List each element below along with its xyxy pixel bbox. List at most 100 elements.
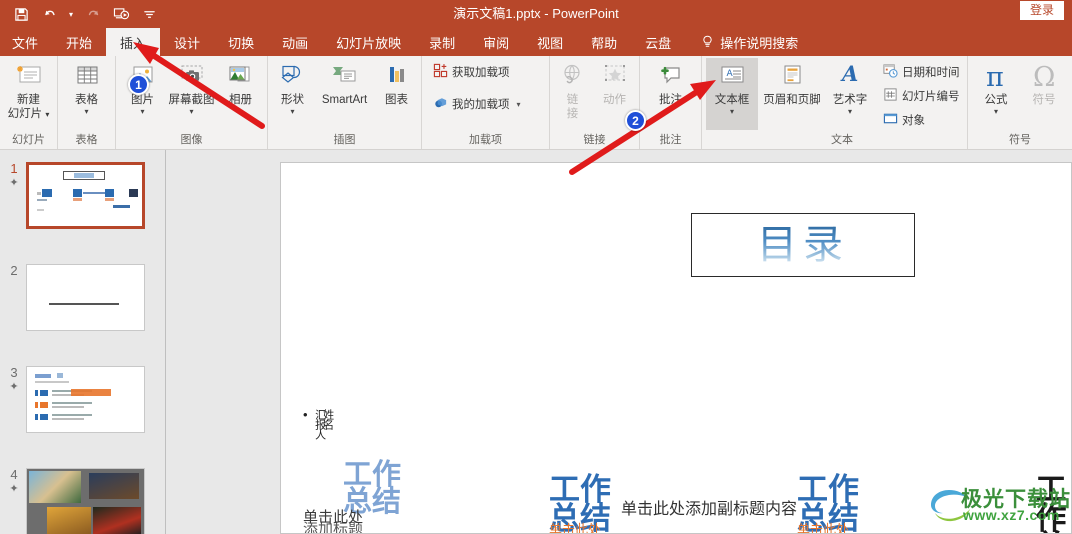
photo-album-dropdown-icon[interactable]: ▾ — [238, 107, 242, 116]
sign-in-button[interactable]: 登录 — [1019, 1, 1064, 20]
title-placeholder-b[interactable]: 单击此处 添加标题 — [549, 523, 629, 533]
thumbnail-slide-1[interactable] — [26, 162, 145, 229]
action-button: 动作 — [593, 58, 637, 107]
equation-dropdown-icon[interactable]: ▾ — [994, 107, 998, 116]
comment-button[interactable]: 批注 — [643, 58, 699, 107]
group-title-symbols: 符号 — [1009, 134, 1031, 146]
header-footer-icon — [777, 61, 807, 93]
wordart-button[interactable]: A 艺术字 ▾ — [826, 58, 874, 116]
tell-me-search[interactable]: 操作说明搜索 — [685, 28, 812, 56]
shapes-icon — [277, 61, 309, 93]
powerpoint-window: 演示文稿1.pptx - PowerPoint ▾ 登录 文件 开始 插入 设计… — [0, 0, 1072, 534]
text-box-icon: A — [717, 61, 747, 93]
equation-icon: π — [980, 61, 1012, 93]
tab-review[interactable]: 审阅 — [469, 28, 523, 56]
wordart-work-summary-a[interactable]: 工作 总结 — [343, 460, 401, 515]
ribbon-group-slides: 新建 幻灯片 ▾ 幻灯片 — [0, 56, 58, 149]
undo-dropdown-icon[interactable]: ▾ — [64, 2, 78, 26]
new-slide-label-1: 新建 — [17, 94, 40, 106]
watermark: 极光下载站 www.xz7.com — [925, 481, 1071, 533]
link-icon — [558, 61, 588, 93]
screenshot-dropdown-icon[interactable]: ▾ — [189, 107, 193, 116]
smartart-label: SmartArt — [321, 94, 368, 106]
chart-button[interactable]: 图表 — [375, 58, 419, 107]
get-addins-button[interactable]: 获取加载项 — [430, 61, 524, 83]
my-addins-icon — [433, 95, 448, 113]
shapes-button[interactable]: 形状 ▾ — [271, 58, 315, 116]
action-label: 动作 — [603, 94, 626, 106]
tab-transitions[interactable]: 切换 — [214, 28, 268, 56]
tab-slideshow[interactable]: 幻灯片放映 — [322, 28, 415, 56]
chart-label: 图表 — [385, 94, 408, 106]
picture-dropdown-icon[interactable]: ▾ — [140, 107, 144, 116]
screenshot-label: 屏幕截图 — [168, 94, 215, 106]
slide-thumbnail-pane[interactable]: 1 ✦ 2 3 ✦ 4 ✦ — [0, 150, 166, 534]
my-addins-button[interactable]: 我的加载项 ▾ — [430, 93, 524, 115]
title-placeholder-c[interactable]: 单击此处 添加标题 — [797, 523, 877, 533]
thumbnail-star-icon-1: ✦ — [9, 177, 19, 189]
workspace: 1 ✦ 2 3 ✦ 4 ✦ 目录 • 汇报人 姓名 工作 总结 单击此处 添加标… — [0, 150, 1072, 534]
byline-placeholder[interactable]: • 汇报人 姓名 — [303, 408, 366, 439]
tab-home[interactable]: 开始 — [52, 28, 106, 56]
customize-qat-icon[interactable] — [136, 2, 162, 26]
byline-line-2: 姓名 — [321, 409, 334, 429]
thumbnail-slide-4[interactable] — [26, 468, 145, 534]
picture-label: 图片 — [131, 94, 154, 106]
date-time-button[interactable]: 日期和时间 — [880, 61, 963, 83]
tab-animations[interactable]: 动画 — [268, 28, 322, 56]
header-footer-button[interactable]: 页眉和页脚 — [758, 58, 826, 107]
slide-number-label: 幻灯片编号 — [902, 91, 960, 103]
equation-button[interactable]: π 公式 ▾ — [972, 58, 1020, 116]
save-icon[interactable] — [8, 2, 34, 26]
thumbnail-slide-2[interactable] — [26, 264, 145, 331]
thumbnail-number-4: 4 — [10, 467, 18, 482]
thumbnail-star-icon-3: ✦ — [9, 381, 19, 393]
shapes-dropdown-icon[interactable]: ▾ — [290, 107, 294, 116]
photo-album-button[interactable]: 相册 ▾ — [219, 58, 263, 116]
wordart-dropdown-icon[interactable]: ▾ — [848, 107, 852, 116]
date-time-label: 日期和时间 — [902, 67, 960, 79]
text-box-button[interactable]: A 文本框 ▾ — [706, 58, 758, 130]
link-label-1: 链 — [566, 94, 579, 106]
tab-file[interactable]: 文件 — [0, 28, 52, 56]
slide-number-button[interactable]: 幻灯片编号 — [880, 85, 963, 107]
tab-insert[interactable]: 插入 — [106, 28, 161, 56]
symbol-label: 符号 — [1032, 94, 1056, 106]
thumbnail-slide-3[interactable] — [26, 366, 145, 433]
slide-canvas-area[interactable]: 目录 目录 • 汇报人 姓名 工作 总结 单击此处 添加标题 — [167, 150, 1072, 534]
my-addins-dropdown-icon[interactable]: ▾ — [517, 100, 521, 109]
table-icon — [72, 61, 102, 93]
table-button[interactable]: 表格 ▾ — [59, 58, 115, 116]
photo-album-label: 相册 — [229, 94, 252, 106]
title-placeholder-a[interactable]: 单击此处 添加标题 — [303, 510, 393, 533]
table-dropdown-icon[interactable]: ▾ — [84, 107, 88, 116]
tab-view[interactable]: 视图 — [523, 28, 577, 56]
comment-icon — [656, 61, 686, 93]
current-slide[interactable]: 目录 目录 • 汇报人 姓名 工作 总结 单击此处 添加标题 — [280, 162, 1072, 534]
new-slide-button[interactable]: 新建 幻灯片 ▾ — [1, 58, 57, 121]
group-title-addins: 加载项 — [469, 134, 502, 146]
object-button[interactable]: 对象 — [880, 109, 963, 131]
start-slideshow-icon[interactable] — [108, 2, 134, 26]
subtitle-placeholder[interactable]: 单击此处添加副标题内容 — [621, 495, 797, 519]
photo-album-icon — [225, 61, 257, 93]
redo-icon — [80, 2, 106, 26]
tab-cloud-disk[interactable]: 云盘 — [631, 28, 685, 56]
tab-record[interactable]: 录制 — [415, 28, 469, 56]
text-box-dropdown-icon[interactable]: ▾ — [730, 107, 734, 116]
group-title-links: 链接 — [583, 134, 606, 146]
title-bar: 演示文稿1.pptx - PowerPoint ▾ 登录 — [0, 0, 1072, 28]
tab-design[interactable]: 设计 — [160, 28, 214, 56]
svg-text:A: A — [840, 63, 858, 86]
tab-help[interactable]: 帮助 — [577, 28, 631, 56]
screenshot-button[interactable]: 屏幕截图 ▾ — [165, 58, 219, 116]
symbol-button: Ω 符号 — [1020, 58, 1068, 107]
toc-title-box[interactable]: 目录 — [691, 213, 915, 277]
group-title-images: 图像 — [180, 134, 203, 146]
annotation-badge-2: 2 — [625, 110, 646, 131]
wordart-label: 艺术字 — [832, 94, 868, 106]
text-box-label: 文本框 — [714, 94, 750, 106]
undo-icon[interactable] — [36, 2, 62, 26]
group-title-tables: 表格 — [75, 134, 98, 146]
smartart-button[interactable]: SmartArt — [315, 58, 375, 107]
